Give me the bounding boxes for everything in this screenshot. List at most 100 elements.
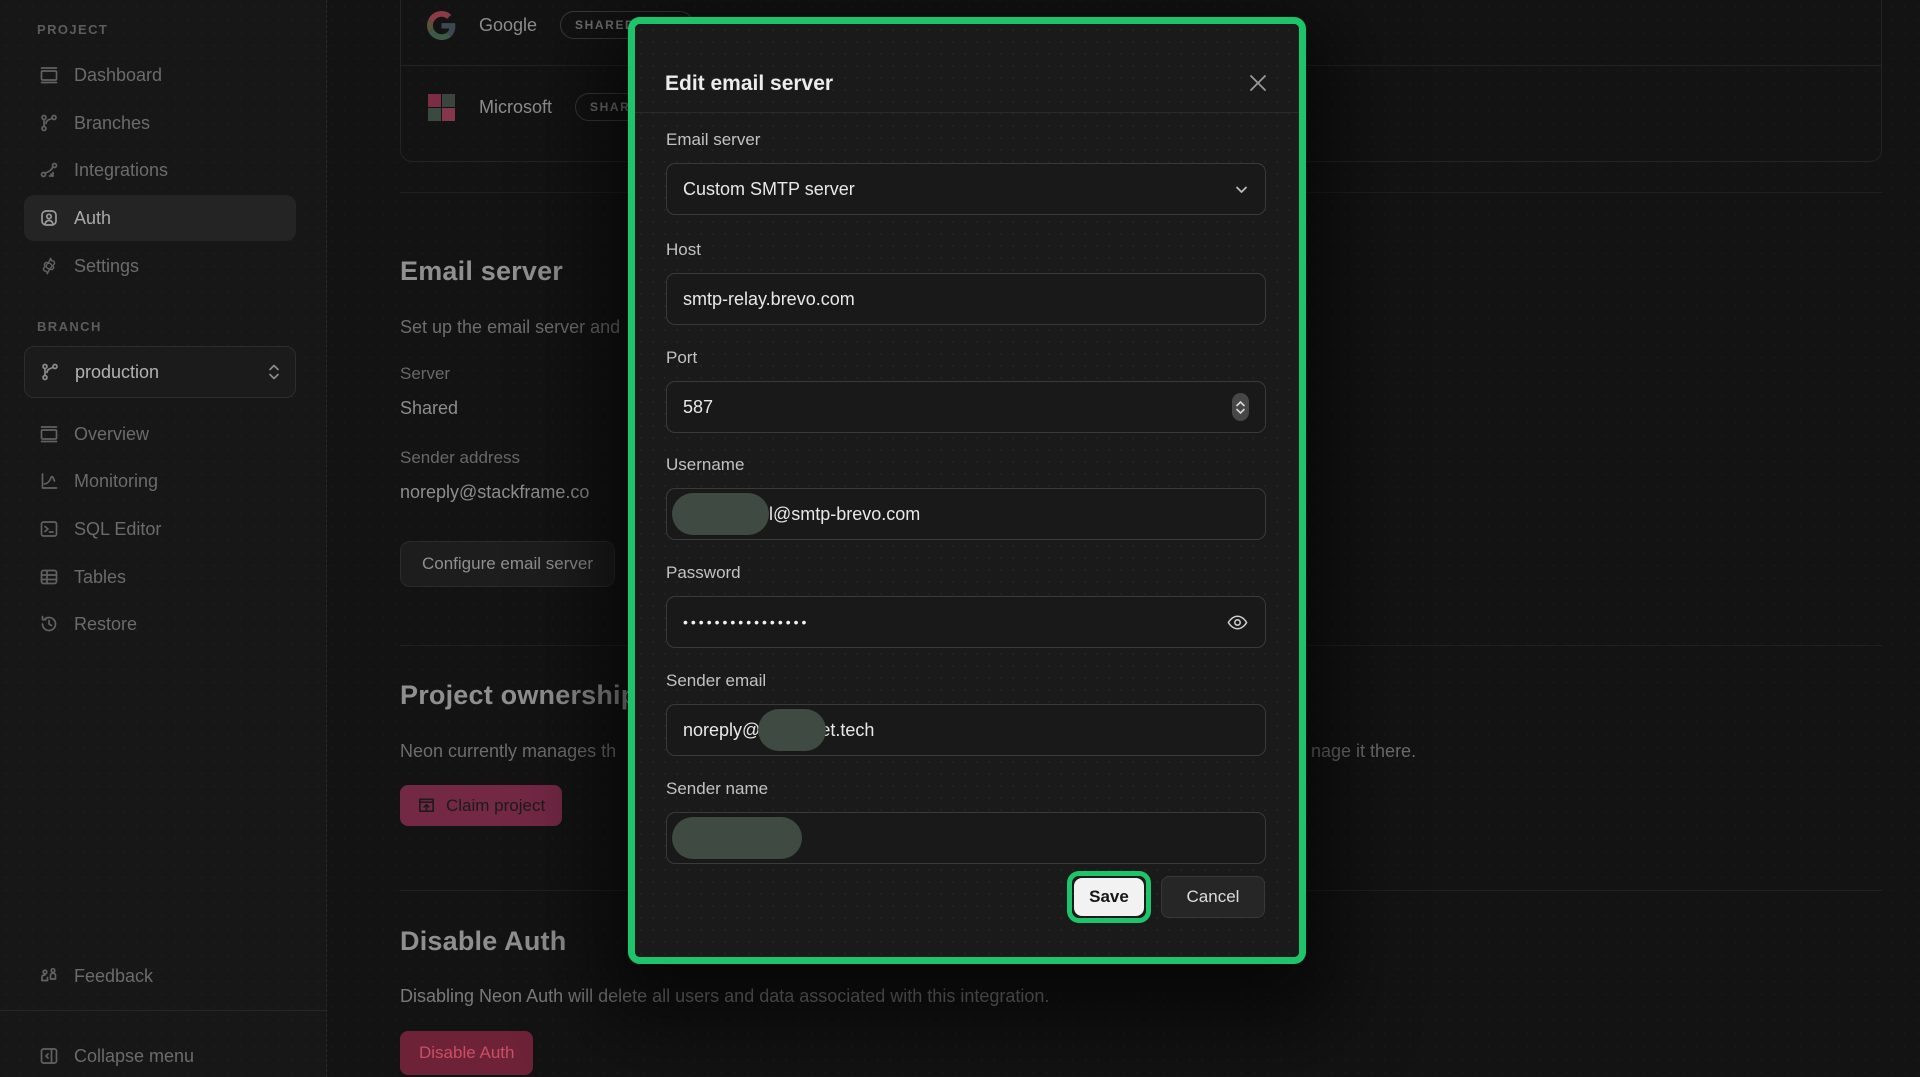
sidebar-item-branches[interactable]: Branches bbox=[24, 100, 296, 146]
email-server-section-title: Email server bbox=[400, 256, 563, 287]
host-input[interactable]: smtp-relay.brevo.com bbox=[666, 273, 1266, 325]
port-input[interactable]: 587 bbox=[666, 381, 1266, 433]
password-field-label: Password bbox=[666, 563, 741, 583]
sidebar-item-label: Branches bbox=[74, 113, 150, 134]
redaction-pill bbox=[758, 709, 826, 751]
server-value: Shared bbox=[400, 398, 458, 419]
sidebar-item-label: Integrations bbox=[74, 160, 168, 181]
branch-selector-value: production bbox=[75, 362, 252, 383]
sidebar-item-label: Auth bbox=[74, 208, 111, 229]
port-input-value: 587 bbox=[683, 397, 1232, 418]
sidebar-project-heading: PROJECT bbox=[37, 22, 108, 37]
sender-name-input[interactable] bbox=[666, 812, 1266, 864]
save-button[interactable]: Save bbox=[1074, 878, 1144, 916]
sidebar-divider bbox=[0, 1010, 327, 1011]
chevron-down-icon bbox=[1234, 182, 1249, 197]
sender-email-prefix: noreply@ bbox=[683, 720, 760, 741]
sender-name-field-label: Sender name bbox=[666, 779, 768, 799]
stepper-down-icon bbox=[1236, 408, 1245, 414]
server-label: Server bbox=[400, 364, 450, 384]
project-ownership-description-left: Neon currently manages th bbox=[400, 741, 616, 762]
close-icon[interactable] bbox=[1245, 70, 1271, 96]
sender-email-suffix: et.tech bbox=[820, 720, 874, 741]
project-ownership-description-right: nage it there. bbox=[1311, 741, 1416, 762]
password-masked-value: •••••••••••••••• bbox=[683, 614, 1226, 630]
collapse-panel-icon bbox=[39, 1046, 59, 1066]
email-server-field-label: Email server bbox=[666, 130, 760, 150]
username-input[interactable]: l@smtp-brevo.com bbox=[666, 488, 1266, 540]
disable-auth-button[interactable]: Disable Auth bbox=[400, 1031, 533, 1075]
auth-user-icon bbox=[39, 208, 59, 228]
sender-address-label: Sender address bbox=[400, 448, 520, 468]
restore-clock-icon bbox=[39, 614, 59, 634]
cancel-button[interactable]: Cancel bbox=[1161, 876, 1265, 918]
disable-auth-title: Disable Auth bbox=[400, 926, 566, 957]
claim-upload-icon bbox=[417, 796, 436, 815]
sidebar-item-overview[interactable]: Overview bbox=[24, 411, 296, 457]
port-field-label: Port bbox=[666, 348, 697, 368]
eye-icon[interactable] bbox=[1226, 611, 1249, 634]
sidebar-item-collapse-menu[interactable]: Collapse menu bbox=[24, 1033, 296, 1077]
sidebar-item-label: Collapse menu bbox=[74, 1046, 194, 1067]
sidebar-item-settings[interactable]: Settings bbox=[24, 243, 296, 289]
app-root: PROJECT Dashboard Branches Integrations … bbox=[0, 0, 1920, 1077]
host-field-label: Host bbox=[666, 240, 701, 260]
sender-address-value: noreply@stackframe.co bbox=[400, 482, 589, 503]
edit-email-server-dialog: Edit email server Email server Custom SM… bbox=[635, 24, 1299, 957]
git-branch-icon bbox=[39, 113, 59, 133]
sidebar-item-auth[interactable]: Auth bbox=[24, 195, 296, 241]
annotation-highlight-modal: Edit email server Email server Custom SM… bbox=[628, 17, 1306, 964]
stepper-up-icon bbox=[1236, 401, 1245, 407]
provider-name: Google bbox=[479, 15, 537, 36]
email-server-select[interactable]: Custom SMTP server bbox=[666, 163, 1266, 215]
sidebar-item-label: Overview bbox=[74, 424, 149, 445]
number-stepper[interactable] bbox=[1232, 393, 1249, 421]
project-ownership-title: Project ownership bbox=[400, 680, 637, 711]
gear-icon bbox=[39, 256, 59, 276]
claim-project-label: Claim project bbox=[446, 796, 545, 816]
sidebar-item-label: Restore bbox=[74, 614, 137, 635]
sidebar-item-dashboard[interactable]: Dashboard bbox=[24, 52, 296, 98]
monitoring-chart-icon bbox=[39, 471, 59, 491]
sidebar-branch-heading: BRANCH bbox=[37, 319, 102, 334]
password-input[interactable]: •••••••••••••••• bbox=[666, 596, 1266, 648]
username-field-label: Username bbox=[666, 455, 744, 475]
dialog-title: Edit email server bbox=[665, 72, 833, 96]
sidebar-item-sql-editor[interactable]: SQL Editor bbox=[24, 506, 296, 552]
redaction-pill bbox=[672, 817, 802, 859]
provider-name: Microsoft bbox=[479, 97, 552, 118]
chevron-up-down-icon bbox=[267, 363, 281, 381]
redaction-pill bbox=[672, 493, 769, 535]
sender-email-field-label: Sender email bbox=[666, 671, 766, 691]
configure-email-server-button[interactable]: Configure email server bbox=[400, 541, 615, 587]
sidebar-item-label: Settings bbox=[74, 256, 139, 277]
sidebar-item-restore[interactable]: Restore bbox=[24, 601, 296, 647]
sql-editor-icon bbox=[39, 519, 59, 539]
sidebar-item-label: Monitoring bbox=[74, 471, 158, 492]
sidebar-item-label: Tables bbox=[74, 567, 126, 588]
disable-auth-description: Disabling Neon Auth will delete all user… bbox=[400, 986, 1049, 1007]
dialog-header-divider bbox=[635, 112, 1299, 113]
email-server-select-value: Custom SMTP server bbox=[683, 179, 1234, 200]
sidebar-item-integrations[interactable]: Integrations bbox=[24, 147, 296, 193]
sidebar-item-feedback[interactable]: Feedback bbox=[24, 953, 296, 999]
sidebar-item-tables[interactable]: Tables bbox=[24, 554, 296, 600]
sidebar-item-label: Feedback bbox=[74, 966, 153, 987]
sidebar-item-label: Dashboard bbox=[74, 65, 162, 86]
tables-icon bbox=[39, 567, 59, 587]
username-input-value: l@smtp-brevo.com bbox=[769, 504, 920, 525]
sidebar-item-monitoring[interactable]: Monitoring bbox=[24, 458, 296, 504]
sender-email-input[interactable]: noreply@ et.tech bbox=[666, 704, 1266, 756]
claim-project-button[interactable]: Claim project bbox=[400, 785, 562, 826]
feedback-people-icon bbox=[39, 966, 59, 986]
branch-selector[interactable]: production bbox=[24, 346, 296, 398]
overview-icon bbox=[39, 424, 59, 444]
host-input-value: smtp-relay.brevo.com bbox=[683, 289, 855, 310]
microsoft-logo bbox=[427, 93, 456, 122]
email-server-section-description: Set up the email server and bbox=[400, 317, 620, 338]
integrations-icon bbox=[39, 160, 59, 180]
sidebar: PROJECT Dashboard Branches Integrations … bbox=[0, 0, 327, 1077]
sidebar-item-label: SQL Editor bbox=[74, 519, 161, 540]
google-logo bbox=[427, 11, 456, 40]
dashboard-icon bbox=[39, 65, 59, 85]
